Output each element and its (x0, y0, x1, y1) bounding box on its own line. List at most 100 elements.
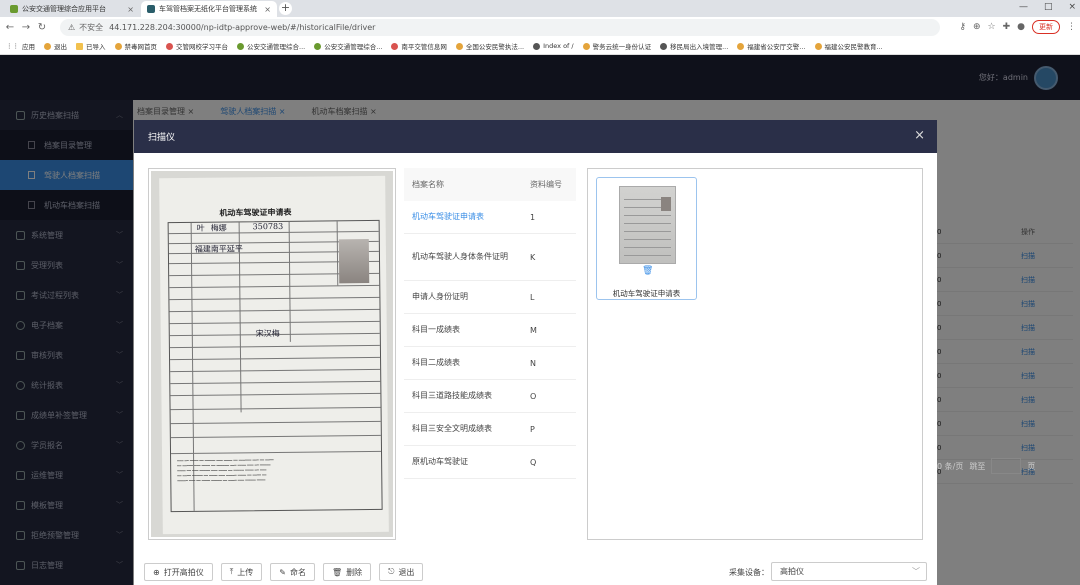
close-tab-icon[interactable]: × (264, 5, 271, 14)
insecure-label: 不安全 (79, 23, 104, 32)
browser-tab-2[interactable]: 车驾管档案无纸化平台管理系统 × (141, 1, 277, 17)
browser-toolbar: ← → ↻ ⚠ 不安全 44.171.228.204:30000/np-idtp… (0, 17, 1080, 38)
key-icon[interactable]: ⚷ (959, 22, 966, 32)
archive-code-cell: 1 (530, 212, 536, 222)
bookmark-label: 禁毒网首页 (124, 43, 158, 51)
bookmark-item[interactable]: 福建公安民警教育... (814, 41, 883, 51)
handwriting-text: 梅娜 (210, 223, 227, 233)
bookmark-item[interactable]: 南平交管信息网 (391, 41, 447, 51)
maximize-icon[interactable]: □ (1044, 2, 1053, 12)
bookmark-item[interactable]: Index of / (533, 42, 574, 50)
upload-button[interactable]: ⤒ 上传 (220, 563, 263, 581)
table-row[interactable]: 原机动车驾驶证 Q (404, 446, 576, 479)
form-fine-print: ━━━ ━━ ━━━━ ━━ ━━━━━ ━━━ ━━━━ ━━ ━━━━━━ … (177, 458, 274, 484)
archive-code-cell: M (530, 325, 537, 335)
bookmark-item[interactable]: ⋮⋮ 应用 (6, 41, 35, 51)
bookmark-label: 福建公安民警教育... (824, 43, 883, 51)
bookmark-label: 公安交通管理综合... (324, 43, 383, 51)
bookmark-label: 移民局出入境管理... (670, 43, 729, 51)
bookmark-item[interactable]: 退出 (44, 41, 67, 51)
bookmark-item[interactable]: 全国公安民警执法... (455, 41, 524, 51)
table-row[interactable]: 申请人身份证明 L (404, 281, 576, 314)
bookmarks-bar: ⋮⋮ 应用 退出 已导入 禁毒网首页 交管网校学习平台 公安交通管理综合... 公… (0, 38, 1080, 55)
archive-name-cell: 机动车驾驶证申请表 (412, 212, 484, 221)
archive-code-cell: K (530, 252, 536, 262)
trash-icon[interactable]: 🗑 (642, 266, 653, 276)
bookmark-icon (533, 42, 541, 50)
device-label: 采集设备： (729, 568, 769, 577)
dialog-title: 扫描仪 (148, 133, 176, 143)
table-row[interactable]: 机动车驾驶证申请表 1 (404, 201, 576, 234)
column-header-code: 资料编号 (530, 180, 562, 189)
star-icon[interactable]: ☆ (988, 22, 996, 32)
bookmark-label: 已导入 (86, 43, 106, 51)
browser-right-tools: ⚷ ⊕ ☆ ✚ ● 更新 ⋮ (959, 20, 1076, 34)
button-label: 上传 (237, 567, 254, 577)
close-window-icon[interactable]: × (1068, 2, 1076, 12)
thumbnail-card[interactable]: 🗑 机动车驾驶证申请表 (596, 177, 697, 300)
page-suffix: 页 (1027, 461, 1036, 471)
bookmark-item[interactable]: 移民局出入境管理... (660, 41, 728, 51)
minimize-icon[interactable]: — (1019, 2, 1028, 12)
bookmark-icon (44, 42, 51, 50)
table-row[interactable]: 科目三安全文明成绩表 P (404, 413, 576, 446)
close-icon[interactable]: × (914, 128, 925, 143)
bookmark-item[interactable]: 公安交通管理综合... (314, 41, 382, 51)
device-select[interactable]: 高拍仪 ﹀ (771, 562, 927, 581)
address-bar[interactable]: ⚠ 不安全 44.171.228.204:30000/np-idtp-appro… (60, 19, 940, 36)
archive-code-cell: L (530, 292, 535, 302)
bookmark-item[interactable]: 已导入 (76, 41, 106, 51)
browser-tab-1[interactable]: 公安交通管理综合应用平台 × (4, 1, 140, 17)
bookmark-item[interactable]: 交管网校学习平台 (166, 41, 228, 51)
table-row[interactable]: 科目二成绩表 N (404, 347, 576, 380)
scanner-dialog: 扫描仪 × 机动车驾驶证申请表 叶 梅娜 350783 福建南平延平 宋汉梅 ━… (134, 120, 937, 585)
tab-favicon-icon (10, 5, 18, 13)
warning-icon: ⚠ (68, 23, 76, 32)
profile-icon[interactable]: ● (1017, 22, 1025, 32)
bookmark-icon (660, 42, 668, 50)
bookmark-label: 公安交通管理综合... (247, 43, 306, 51)
extensions-icon[interactable]: ✚ (1003, 22, 1011, 32)
goto-input[interactable] (991, 458, 1022, 474)
tab-favicon-icon (147, 5, 155, 13)
bookmark-label: 退出 (54, 43, 67, 51)
open-camera-button[interactable]: ⊕ 打开高拍仪 (144, 563, 213, 581)
exit-button[interactable]: ⎋ 退出 (379, 563, 424, 581)
id-photo (338, 239, 370, 284)
plus-circle-icon: ⊕ (153, 567, 160, 577)
menu-icon[interactable]: ⋮ (1067, 22, 1076, 32)
bookmark-item[interactable]: 福建省公安厅交警... (737, 41, 806, 51)
page-size-select[interactable]: 0 条/页 (937, 461, 963, 472)
bookmark-item[interactable]: 禁毒网首页 (114, 41, 158, 51)
thumbnail-image[interactable] (619, 186, 676, 264)
reload-icon[interactable]: ↻ (36, 22, 48, 33)
browser-tab-title: 车驾管档案无纸化平台管理系统 (159, 5, 257, 13)
zoom-icon[interactable]: ⊕ (973, 22, 981, 32)
scan-document-title: 机动车驾驶证申请表 (219, 206, 292, 218)
bookmark-label: 交管网校学习平台 (176, 43, 228, 51)
table-row[interactable]: 科目三道路技能成绩表 O (404, 380, 576, 413)
back-icon[interactable]: ← (4, 22, 16, 33)
close-tab-icon[interactable]: × (127, 5, 134, 14)
archive-name-cell: 科目三安全文明成绩表 (412, 424, 492, 433)
device-select-value: 高拍仪 (780, 567, 804, 576)
bookmark-item[interactable]: 公安交通管理综合... (237, 41, 305, 51)
table-row[interactable]: 科目一成绩表 M (404, 314, 576, 347)
delete-button[interactable]: 🗑 删除 (322, 563, 372, 581)
new-tab-button[interactable]: + (279, 2, 292, 15)
thumbnail-photo (661, 197, 671, 211)
browser-tabbar: 公安交通管理综合应用平台 × 车驾管档案无纸化平台管理系统 × + — □ × (0, 0, 1080, 17)
rename-button[interactable]: ✎ 命名 (270, 563, 315, 581)
bookmark-label: 警务云统一身份认证 (592, 43, 652, 51)
table-row[interactable]: 机动车驾驶人身体条件证明 K (404, 234, 576, 281)
bookmark-item[interactable]: 警务云统一身份认证 (582, 41, 652, 51)
update-button[interactable]: 更新 (1032, 20, 1060, 34)
handwriting-text: 福建南平延平 (194, 244, 243, 254)
archive-name-cell: 机动车驾驶人身体条件证明 (412, 252, 508, 261)
dialog-header: 扫描仪 × (134, 120, 937, 153)
handwriting-text: 350783 (252, 221, 284, 232)
bookmark-label: 福建省公安厅交警... (747, 43, 806, 51)
archive-name-cell: 科目二成绩表 (412, 358, 460, 367)
form-grid: 叶 梅娜 350783 福建南平延平 宋汉梅 ━━━ ━━ ━━━━ ━━ ━━… (167, 219, 383, 513)
forward-icon[interactable]: → (20, 22, 32, 33)
